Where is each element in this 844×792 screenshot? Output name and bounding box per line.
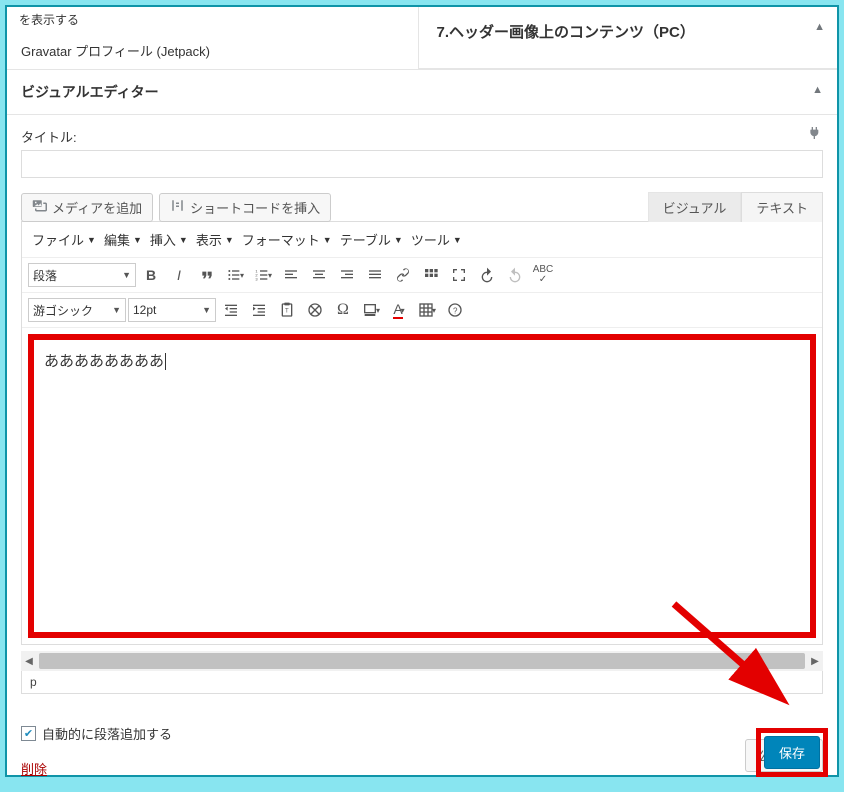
add-media-label: メディアを追加 bbox=[52, 198, 142, 217]
widget-area-title: 7.ヘッダー画像上のコンテンツ（PC） bbox=[437, 24, 695, 41]
menu-format[interactable]: フォーマット▼ bbox=[240, 228, 334, 251]
clear-format-button[interactable] bbox=[302, 297, 328, 323]
fullscreen-button[interactable] bbox=[446, 262, 472, 288]
fragment-text: を表示する bbox=[19, 7, 406, 32]
tinymce-wrap: ファイル▼ 編集▼ 挿入▼ 表示▼ フォーマット▼ テーブル▼ ツール▼ 段落▼… bbox=[21, 221, 823, 645]
highlight-save-frame: 保存 bbox=[756, 728, 828, 777]
top-left-column: を表示する Gravatar プロフィール (Jetpack) bbox=[7, 7, 418, 69]
toolbar-row-2: 游ゴシック▼ 12pt▼ T Ω ▾ A▾ ▾ ? bbox=[22, 293, 822, 328]
italic-button[interactable]: I bbox=[166, 262, 192, 288]
delete-link[interactable]: 削除 bbox=[21, 762, 47, 777]
bullist-button[interactable]: ▾ bbox=[222, 262, 248, 288]
tab-visual[interactable]: ビジュアル bbox=[648, 192, 742, 222]
content-wrapper: ああああああああ bbox=[22, 334, 822, 638]
autop-row: ✔ 自動的に段落追加する bbox=[21, 724, 823, 743]
help-button[interactable]: ? bbox=[442, 297, 468, 323]
font-select[interactable]: 游ゴシック▼ bbox=[28, 298, 126, 322]
svg-text:3: 3 bbox=[255, 276, 258, 281]
insert-shortcode-button[interactable]: ショートコードを挿入 bbox=[159, 193, 331, 222]
align-justify-button[interactable] bbox=[362, 262, 388, 288]
scroll-left-icon[interactable]: ◀ bbox=[21, 651, 37, 671]
menubar: ファイル▼ 編集▼ 挿入▼ 表示▼ フォーマット▼ テーブル▼ ツール▼ bbox=[22, 222, 822, 258]
tab-text[interactable]: テキスト bbox=[741, 192, 823, 222]
forecolor-button[interactable]: A▾ bbox=[386, 297, 412, 323]
collapse-icon: ▲ bbox=[812, 84, 823, 96]
insert-shortcode-label: ショートコードを挿入 bbox=[190, 198, 320, 217]
highlight-frame: ああああああああ bbox=[28, 334, 816, 638]
editor-tabs: ビジュアル テキスト bbox=[648, 192, 823, 222]
scroll-thumb[interactable] bbox=[39, 653, 805, 669]
menu-file[interactable]: ファイル▼ bbox=[30, 228, 98, 251]
menu-tools[interactable]: ツール▼ bbox=[409, 228, 464, 251]
footer: ✔ 自動的に段落追加する 削除 公開状態 保存 bbox=[7, 704, 837, 792]
autop-label: 自動的に段落追加する bbox=[42, 724, 172, 743]
specialchar-button[interactable]: Ω bbox=[330, 297, 356, 323]
content-text: ああああああああ bbox=[44, 353, 166, 370]
top-row: を表示する Gravatar プロフィール (Jetpack) 7.ヘッダー画像… bbox=[7, 7, 837, 70]
title-input[interactable] bbox=[21, 150, 823, 178]
quote-button[interactable] bbox=[194, 262, 220, 288]
align-left-button[interactable] bbox=[278, 262, 304, 288]
indent-button[interactable] bbox=[246, 297, 272, 323]
editor-body: タイトル: メディアを追加 ショートコードを挿入 ビジュアル テキスト bbox=[7, 115, 837, 704]
save-button[interactable]: 保存 bbox=[764, 736, 820, 769]
plugin-icon[interactable] bbox=[807, 125, 823, 144]
link-button[interactable] bbox=[390, 262, 416, 288]
menu-view[interactable]: 表示▼ bbox=[194, 228, 236, 251]
align-center-button[interactable] bbox=[306, 262, 332, 288]
fontsize-select[interactable]: 12pt▼ bbox=[128, 298, 216, 322]
align-right-button[interactable] bbox=[334, 262, 360, 288]
scroll-right-icon[interactable]: ▶ bbox=[807, 651, 823, 671]
menu-edit[interactable]: 編集▼ bbox=[102, 228, 144, 251]
menu-table[interactable]: テーブル▼ bbox=[338, 228, 405, 251]
media-toolbar: メディアを追加 ショートコードを挿入 ビジュアル テキスト bbox=[21, 192, 823, 222]
visual-editor-header[interactable]: ビジュアルエディター ▲ bbox=[7, 70, 837, 115]
svg-text:?: ? bbox=[453, 306, 458, 315]
backcolor-button[interactable]: ▾ bbox=[358, 297, 384, 323]
collapse-icon: ▲ bbox=[814, 21, 825, 33]
bold-button[interactable]: B bbox=[138, 262, 164, 288]
undo-button[interactable] bbox=[474, 262, 500, 288]
menu-insert[interactable]: 挿入▼ bbox=[148, 228, 190, 251]
table-button[interactable]: ▾ bbox=[414, 297, 440, 323]
shortcode-icon bbox=[170, 198, 185, 216]
horizontal-scrollbar[interactable]: ◀ ▶ bbox=[21, 651, 823, 671]
paste-text-button[interactable]: T bbox=[274, 297, 300, 323]
svg-text:T: T bbox=[285, 309, 289, 315]
spellcheck-button[interactable]: ABC✓ bbox=[530, 262, 556, 288]
title-label: タイトル: bbox=[21, 127, 823, 146]
visual-editor-label: ビジュアルエディター bbox=[21, 84, 159, 100]
format-select[interactable]: 段落▼ bbox=[28, 263, 136, 287]
element-path[interactable]: p bbox=[21, 671, 823, 694]
gravatar-widget-item[interactable]: Gravatar プロフィール (Jetpack) bbox=[19, 32, 406, 69]
outdent-button[interactable] bbox=[218, 297, 244, 323]
toggle-toolbar-button[interactable] bbox=[418, 262, 444, 288]
toolbar-row-1: 段落▼ B I ▾ 123▾ ABC✓ bbox=[22, 258, 822, 293]
widget-panel: を表示する Gravatar プロフィール (Jetpack) 7.ヘッダー画像… bbox=[5, 5, 839, 777]
autop-checkbox[interactable]: ✔ bbox=[21, 726, 36, 741]
redo-button[interactable] bbox=[502, 262, 528, 288]
add-media-button[interactable]: メディアを追加 bbox=[21, 193, 153, 222]
media-icon bbox=[32, 198, 47, 216]
editor-content[interactable]: ああああああああ bbox=[34, 340, 810, 632]
numlist-button[interactable]: 123▾ bbox=[250, 262, 276, 288]
widget-area-header[interactable]: 7.ヘッダー画像上のコンテンツ（PC） ▲ bbox=[418, 7, 838, 69]
